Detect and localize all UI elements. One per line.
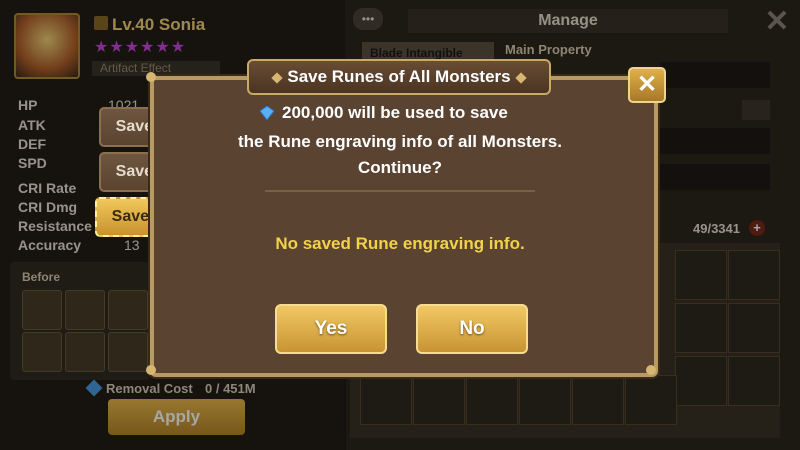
cost-message: 200,000 will be used to save xyxy=(282,103,508,122)
dialog-title: Save Runes of All Monsters xyxy=(247,59,551,95)
corner-ornament xyxy=(146,365,156,375)
corner-ornament xyxy=(146,72,156,82)
save-status-text: No saved Rune engraving info. xyxy=(275,234,525,253)
dialog-divider xyxy=(265,190,535,192)
dialog-close-button[interactable]: ✕ xyxy=(628,67,666,103)
corner-ornament xyxy=(646,365,656,375)
crystal-icon xyxy=(260,106,274,120)
yes-button[interactable]: Yes xyxy=(275,304,387,354)
diamond-ornament-icon xyxy=(271,71,284,84)
diamond-ornament-icon xyxy=(514,71,527,84)
continue-prompt: Continue? xyxy=(357,158,443,177)
dialog-title-text: Save Runes of All Monsters xyxy=(287,67,511,86)
no-button[interactable]: No xyxy=(416,304,528,354)
message-line-2: the Rune engraving info of all Monsters. xyxy=(238,132,562,151)
